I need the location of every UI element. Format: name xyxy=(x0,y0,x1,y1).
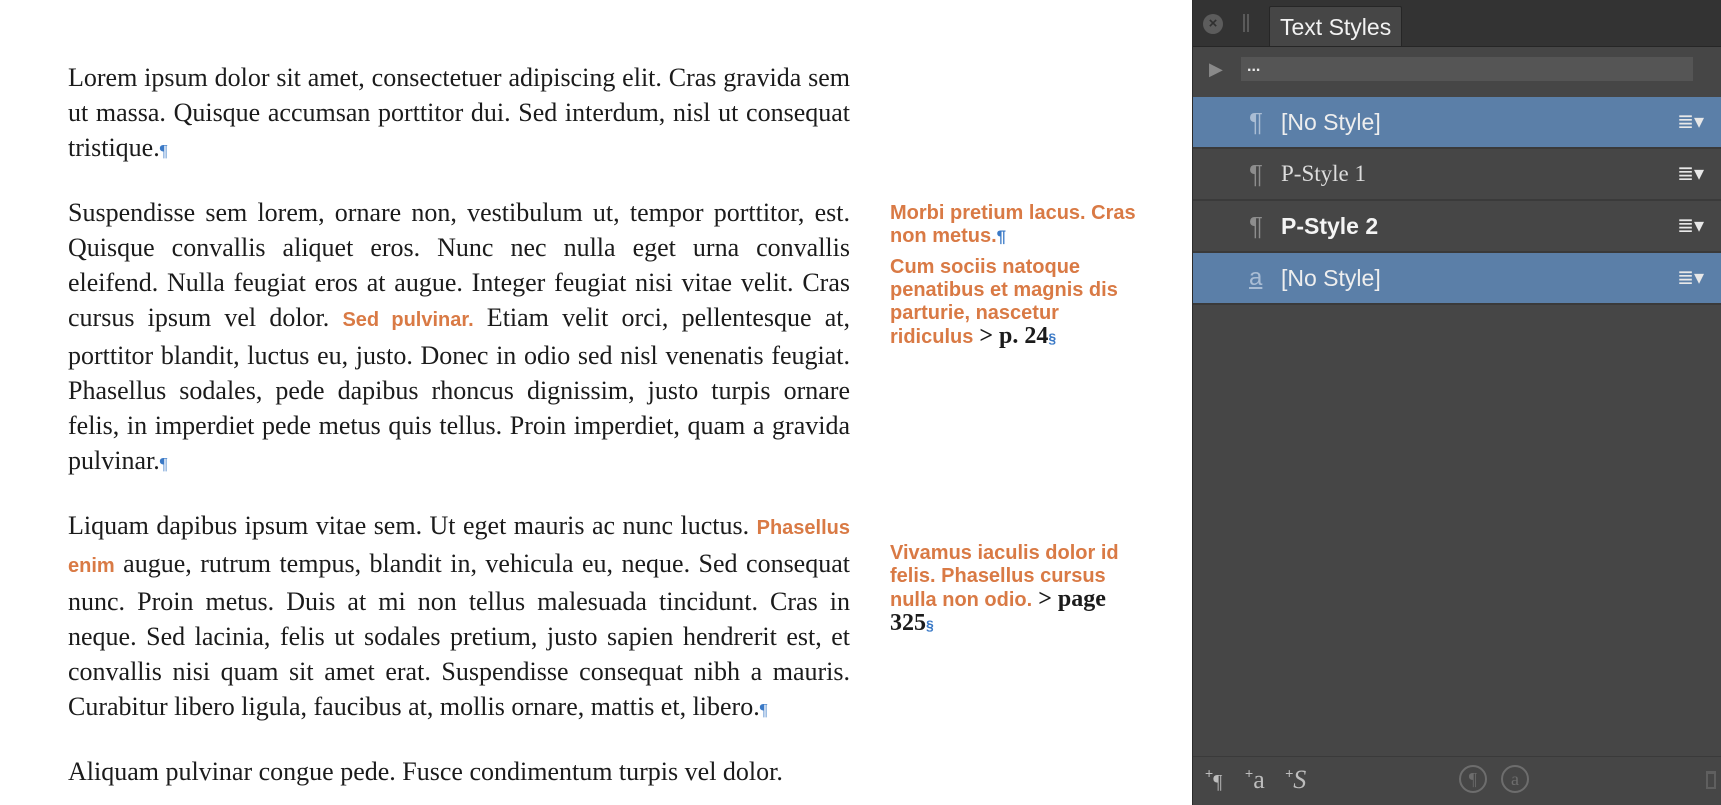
main-text-column[interactable]: Lorem ipsum dolor sit amet, consectetuer… xyxy=(68,60,850,805)
paragraph-style-icon: ¶ xyxy=(1249,159,1263,189)
clear-character-overrides-icon[interactable]: a xyxy=(1501,765,1529,793)
highlighted-text: Sed pulvinar. xyxy=(342,309,474,331)
style-path-row: ▶ ... xyxy=(1193,54,1721,90)
style-name: [No Style] xyxy=(1281,109,1381,135)
style-row-p-style-2[interactable]: ¶ P-Style 2 ≣▾ xyxy=(1193,201,1721,253)
pilcrow-mark: ¶ xyxy=(159,454,168,473)
drag-handle-icon[interactable] xyxy=(1243,14,1249,32)
object-style-icon: S xyxy=(1293,765,1307,794)
close-icon[interactable]: × xyxy=(1203,14,1223,34)
paragraph-1[interactable]: Lorem ipsum dolor sit amet, consectetuer… xyxy=(68,60,850,168)
section-mark: § xyxy=(1048,330,1057,346)
pilcrow-mark: ¶ xyxy=(759,700,768,719)
style-menu-icon[interactable]: ≣▾ xyxy=(1677,149,1704,199)
text-styles-panel: × Text Styles ▶ ... ¶ [No Style] ≣▾ ¶ P-… xyxy=(1192,0,1721,805)
paragraph-3[interactable]: Liquam dapibus ipsum vitae sem. Ut eget … xyxy=(68,508,850,727)
sidenote-1[interactable]: Morbi pretium lacus. Cras non metus.¶ Cu… xyxy=(890,202,1140,358)
paragraph-style-icon: ¶ xyxy=(1249,107,1263,137)
paragraph-2[interactable]: Suspendisse sem lorem, ornare non, vesti… xyxy=(68,195,850,481)
character-style-icon: a xyxy=(1249,264,1263,291)
new-object-style-button[interactable]: +S xyxy=(1285,765,1306,795)
tab-text-styles[interactable]: Text Styles xyxy=(1269,6,1403,46)
clear-paragraph-overrides-icon[interactable]: ¶ xyxy=(1459,765,1487,793)
play-icon[interactable]: ▶ xyxy=(1209,59,1223,80)
new-character-style-button[interactable]: +a xyxy=(1245,765,1265,795)
document-canvas[interactable]: Lorem ipsum dolor sit amet, consectetuer… xyxy=(0,0,1190,805)
paragraph-style-icon: ¶ xyxy=(1249,211,1263,241)
paragraph-icon: ¶ xyxy=(1213,771,1223,793)
page-reference: > p. 24 xyxy=(973,323,1049,349)
new-paragraph-style-button[interactable]: +¶ xyxy=(1205,765,1222,795)
style-name: P-Style 2 xyxy=(1281,213,1379,239)
paragraph-4[interactable]: Aliquam pulvinar congue pede. Fusce cond… xyxy=(68,754,850,789)
style-row-no-style-character[interactable]: a [No Style] ≣▾ xyxy=(1193,253,1721,305)
panel-footer: +¶ +a +S ¶ a xyxy=(1193,756,1721,805)
style-menu-icon[interactable]: ≣▾ xyxy=(1677,253,1704,303)
style-name: P-Style 1 xyxy=(1281,161,1366,186)
section-mark: § xyxy=(926,617,934,633)
style-row-p-style-1[interactable]: ¶ P-Style 1 ≣▾ xyxy=(1193,149,1721,201)
trash-icon[interactable] xyxy=(1706,771,1716,789)
character-icon: a xyxy=(1253,765,1265,794)
styles-list: ¶ [No Style] ≣▾ ¶ P-Style 1 ≣▾ ¶ P-Style… xyxy=(1193,97,1721,305)
sidenote-2[interactable]: Vivamus iaculis dolor id felis. Phasellu… xyxy=(890,542,1140,645)
panel-tab-bar: × Text Styles xyxy=(1193,0,1721,47)
style-menu-icon[interactable]: ≣▾ xyxy=(1677,201,1704,251)
style-name: [No Style] xyxy=(1281,265,1381,291)
style-menu-icon[interactable]: ≣▾ xyxy=(1677,97,1704,147)
style-row-no-style-paragraph[interactable]: ¶ [No Style] ≣▾ xyxy=(1193,97,1721,149)
pilcrow-mark: ¶ xyxy=(159,141,168,160)
style-path-field[interactable]: ... xyxy=(1241,57,1693,81)
